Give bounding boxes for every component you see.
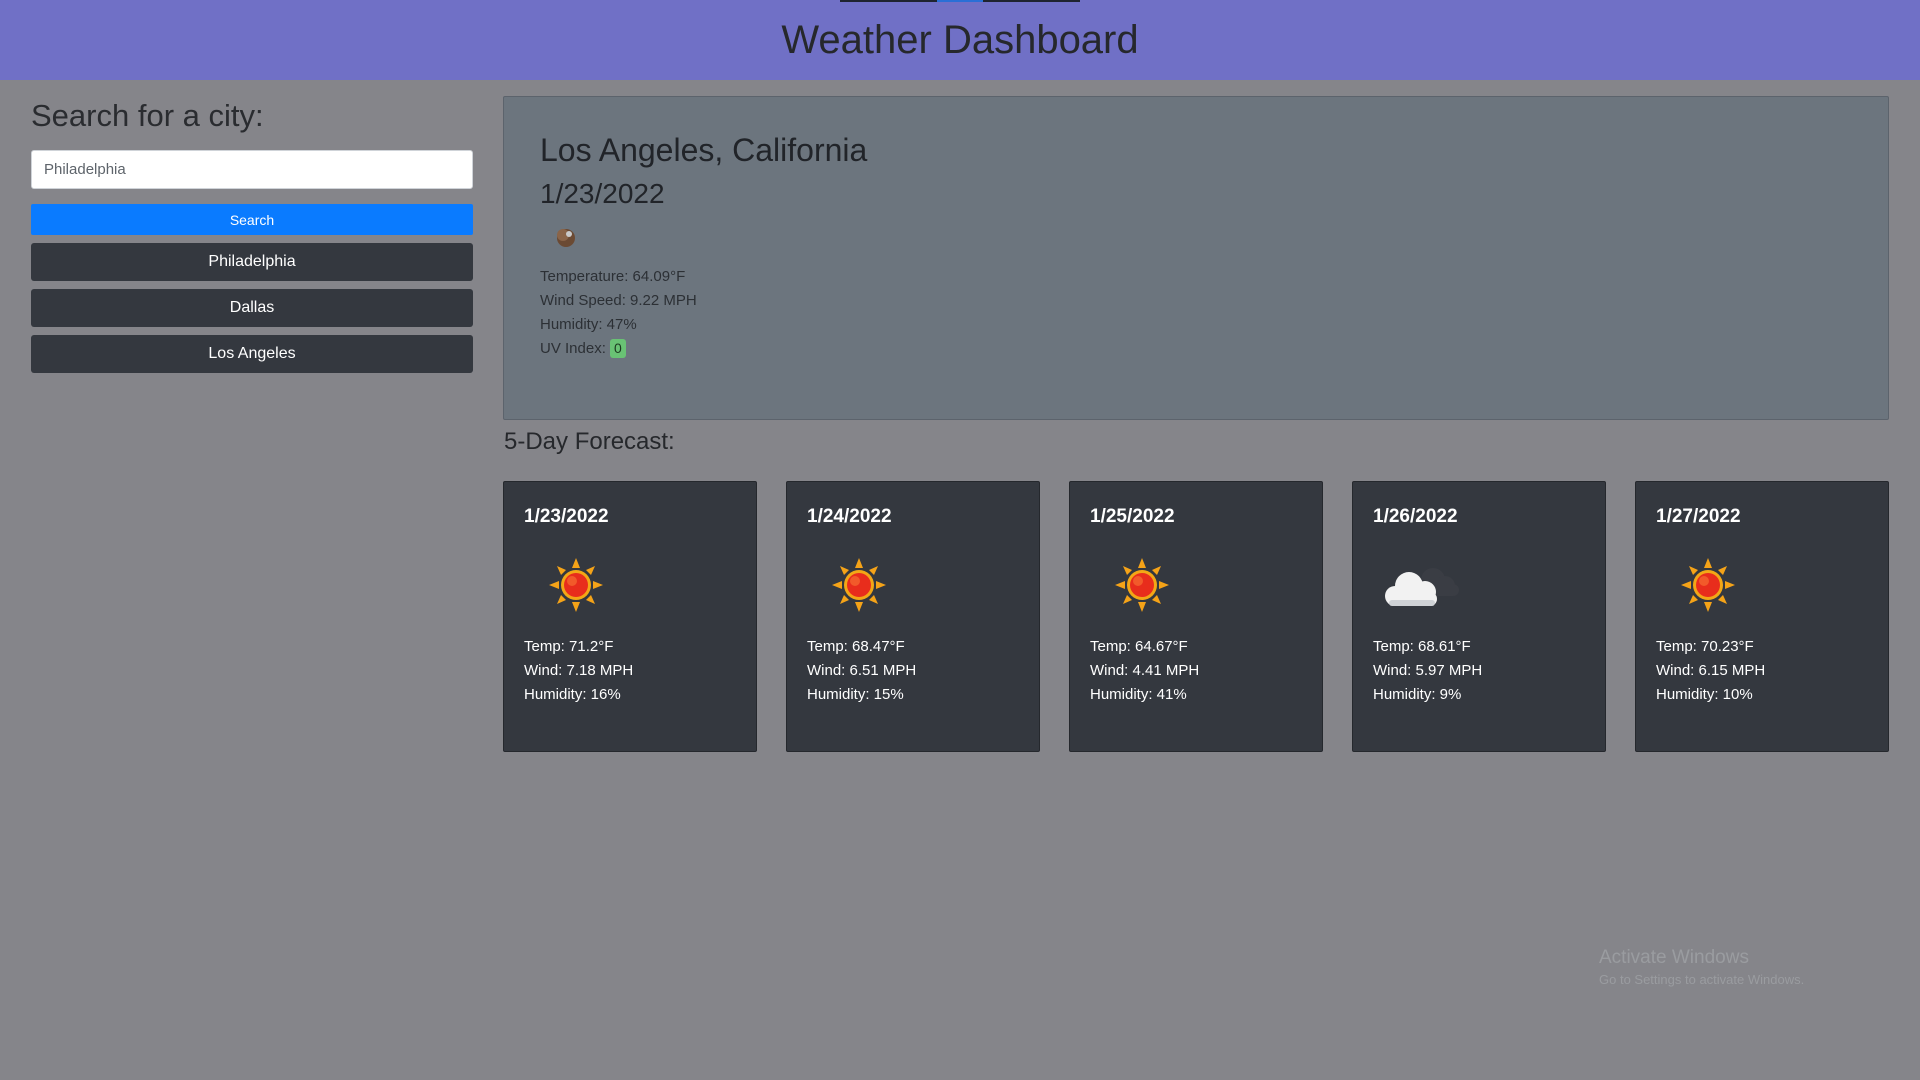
forecast-temp: Temp: 68.47°F [807, 638, 905, 655]
uv-label: UV Index: [540, 340, 611, 358]
current-temperature: Temperature: 64.09°F [540, 268, 686, 286]
forecast-wind: Wind: 6.51 MPH [807, 662, 917, 679]
forecast-date: 1/23/2022 [524, 506, 609, 527]
uv-badge: 0 [610, 339, 626, 359]
search-heading: Search for a city: [31, 98, 264, 133]
forecast-heading: 5-Day Forecast: [504, 428, 675, 455]
moon-icon [540, 210, 1852, 257]
history-button-los-angeles[interactable]: Los Angeles [31, 335, 473, 373]
history-button-philadelphia[interactable]: Philadelphia [31, 243, 473, 281]
forecast-humidity: Humidity: 9% [1373, 686, 1462, 703]
watermark-subtitle: Go to Settings to activate Windows. [1599, 972, 1805, 987]
forecast-wind: Wind: 6.15 MPH [1656, 662, 1766, 679]
forecast-stats: Temp: 68.47°F Wind: 6.51 MPH Humidity: 1… [807, 635, 1019, 707]
sun-icon [524, 528, 736, 625]
forecast-date: 1/25/2022 [1090, 506, 1175, 527]
forecast-card: 1/27/2022 Temp: 70.23°F Wind: 6.15 MPH H… [1635, 481, 1889, 752]
forecast-stats: Temp: 70.23°F Wind: 6.15 MPH Humidity: 1… [1656, 635, 1868, 707]
current-humidity: Humidity: 47% [540, 316, 637, 334]
forecast-card: 1/26/2022 Temp: 68.61°F Wind: 5.97 MPH H… [1352, 481, 1606, 752]
history-button-dallas[interactable]: Dallas [31, 289, 473, 327]
watermark-title: Activate Windows [1599, 947, 1749, 968]
windows-activation-watermark: Activate Windows Go to Settings to activ… [1599, 947, 1804, 987]
forecast-temp: Temp: 68.61°F [1373, 638, 1471, 655]
city-search-input[interactable] [31, 150, 473, 189]
cloud-icon [1373, 528, 1585, 625]
current-weather-card: Los Angeles, California 1/23/2022 Temper… [503, 96, 1889, 420]
forecast-temp: Temp: 70.23°F [1656, 638, 1754, 655]
forecast-temp: Temp: 64.67°F [1090, 638, 1188, 655]
search-button[interactable]: Search [31, 204, 473, 235]
forecast-wind: Wind: 4.41 MPH [1090, 662, 1200, 679]
forecast-date: 1/27/2022 [1656, 506, 1741, 527]
forecast-date: 1/26/2022 [1373, 506, 1458, 527]
forecast-humidity: Humidity: 15% [807, 686, 904, 703]
page-title: Weather Dashboard [781, 17, 1139, 62]
current-stats: Temperature: 64.09°F Wind Speed: 9.22 MP… [540, 265, 1852, 361]
forecast-humidity: Humidity: 10% [1656, 686, 1753, 703]
forecast-stats: Temp: 64.67°F Wind: 4.41 MPH Humidity: 4… [1090, 635, 1302, 707]
forecast-date: 1/24/2022 [807, 506, 892, 527]
forecast-temp: Temp: 71.2°F [524, 638, 614, 655]
forecast-card: 1/24/2022 Temp: 68.47°F Wind: 6.51 MPH H… [786, 481, 1040, 752]
forecast-wind: Wind: 7.18 MPH [524, 662, 634, 679]
current-wind-speed: Wind Speed: 9.22 MPH [540, 292, 697, 310]
current-city-name: Los Angeles, California [540, 132, 868, 168]
forecast-stats: Temp: 71.2°F Wind: 7.18 MPH Humidity: 16… [524, 635, 736, 707]
sun-icon [1656, 528, 1868, 625]
forecast-stats: Temp: 68.61°F Wind: 5.97 MPH Humidity: 9… [1373, 635, 1585, 707]
forecast-humidity: Humidity: 41% [1090, 686, 1187, 703]
forecast-humidity: Humidity: 16% [524, 686, 621, 703]
forecast-wind: Wind: 5.97 MPH [1373, 662, 1483, 679]
current-uv-index: UV Index: 0 [540, 337, 1852, 361]
forecast-card: 1/25/2022 Temp: 64.67°F Wind: 4.41 MPH H… [1069, 481, 1323, 752]
top-tab-indicator [937, 0, 983, 2]
sun-icon [807, 528, 1019, 625]
forecast-card: 1/23/2022 Temp: 71.2°F Wind: 7.18 MPH Hu… [503, 481, 757, 752]
current-date: 1/23/2022 [540, 178, 665, 210]
sun-icon [1090, 528, 1302, 625]
search-sidebar: Search for a city: Search Philadelphia D… [31, 98, 473, 373]
app-header: Weather Dashboard [0, 0, 1920, 80]
forecast-row: 1/23/2022 Temp: 71.2°F Wind: 7.18 MPH Hu… [503, 481, 1889, 752]
